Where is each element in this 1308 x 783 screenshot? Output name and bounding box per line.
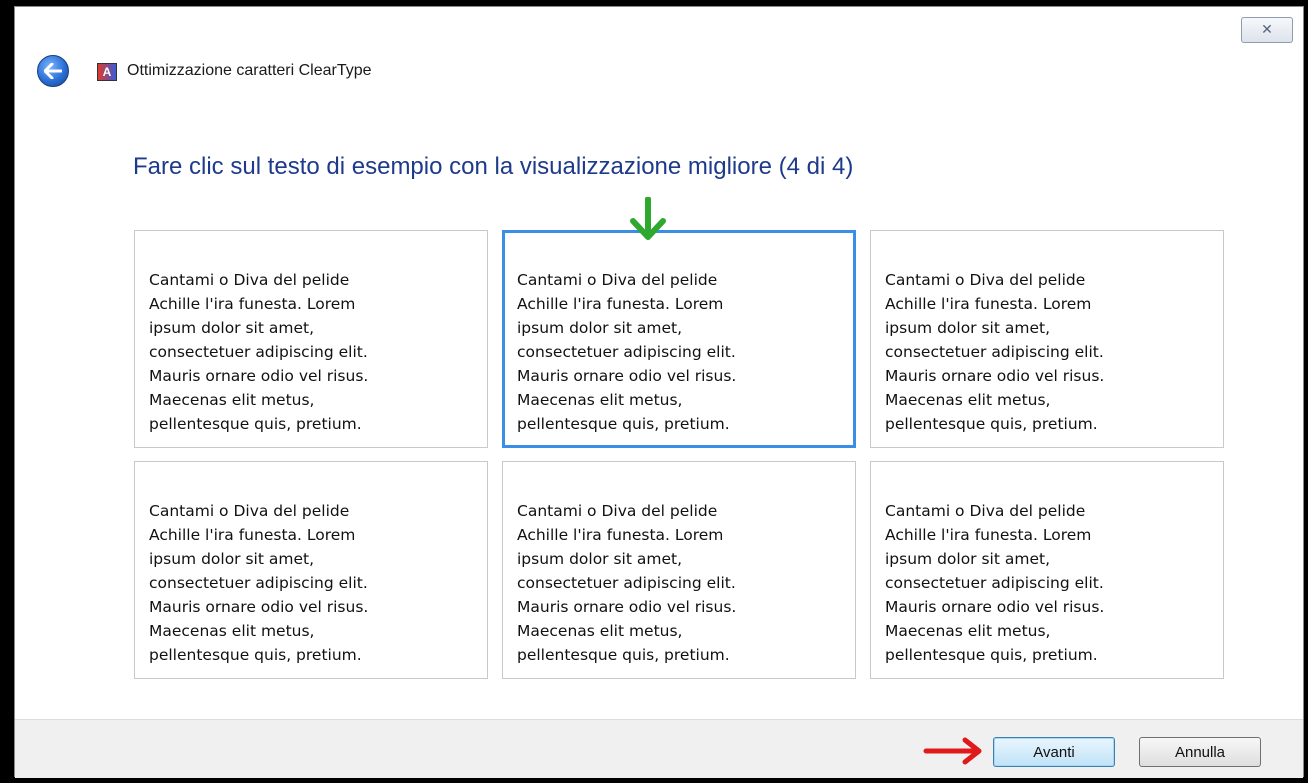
sample-text: Cantami o Diva del pelide Achille l'ira … xyxy=(149,502,369,664)
text-sample-2[interactable]: Cantami o Diva del pelide Achille l'ira … xyxy=(502,230,856,448)
next-button[interactable]: Avanti xyxy=(993,737,1115,767)
instruction-heading: Fare clic sul testo di esempio con la vi… xyxy=(133,153,854,180)
close-icon: ✕ xyxy=(1261,22,1273,38)
text-sample-1[interactable]: Cantami o Diva del pelide Achille l'ira … xyxy=(134,230,488,448)
sample-text: Cantami o Diva del pelide Achille l'ira … xyxy=(517,271,737,433)
text-sample-3[interactable]: Cantami o Diva del pelide Achille l'ira … xyxy=(870,230,1224,448)
sample-text: Cantami o Diva del pelide Achille l'ira … xyxy=(885,502,1105,664)
down-arrow-icon xyxy=(630,197,666,240)
text-sample-5[interactable]: Cantami o Diva del pelide Achille l'ira … xyxy=(502,461,856,679)
cancel-button[interactable]: Annulla xyxy=(1139,737,1261,767)
cleartype-wizard-window: ✕ A Ottimizzazione caratteri ClearType F… xyxy=(14,6,1304,778)
window-title: Ottimizzazione caratteri ClearType xyxy=(127,62,372,79)
text-sample-4[interactable]: Cantami o Diva del pelide Achille l'ira … xyxy=(134,461,488,679)
sample-text: Cantami o Diva del pelide Achille l'ira … xyxy=(517,502,737,664)
sample-text: Cantami o Diva del pelide Achille l'ira … xyxy=(885,271,1105,433)
back-arrow-icon xyxy=(44,63,62,79)
app-icon-letter: A xyxy=(102,65,112,79)
back-button[interactable] xyxy=(37,55,69,87)
text-sample-6[interactable]: Cantami o Diva del pelide Achille l'ira … xyxy=(870,461,1224,679)
close-button[interactable]: ✕ xyxy=(1241,17,1293,43)
right-arrow-icon xyxy=(923,737,982,765)
sample-text: Cantami o Diva del pelide Achille l'ira … xyxy=(149,271,369,433)
cancel-button-label: Annulla xyxy=(1174,743,1226,761)
next-button-label: Avanti xyxy=(1033,743,1075,761)
cleartype-app-icon: A xyxy=(97,63,117,81)
